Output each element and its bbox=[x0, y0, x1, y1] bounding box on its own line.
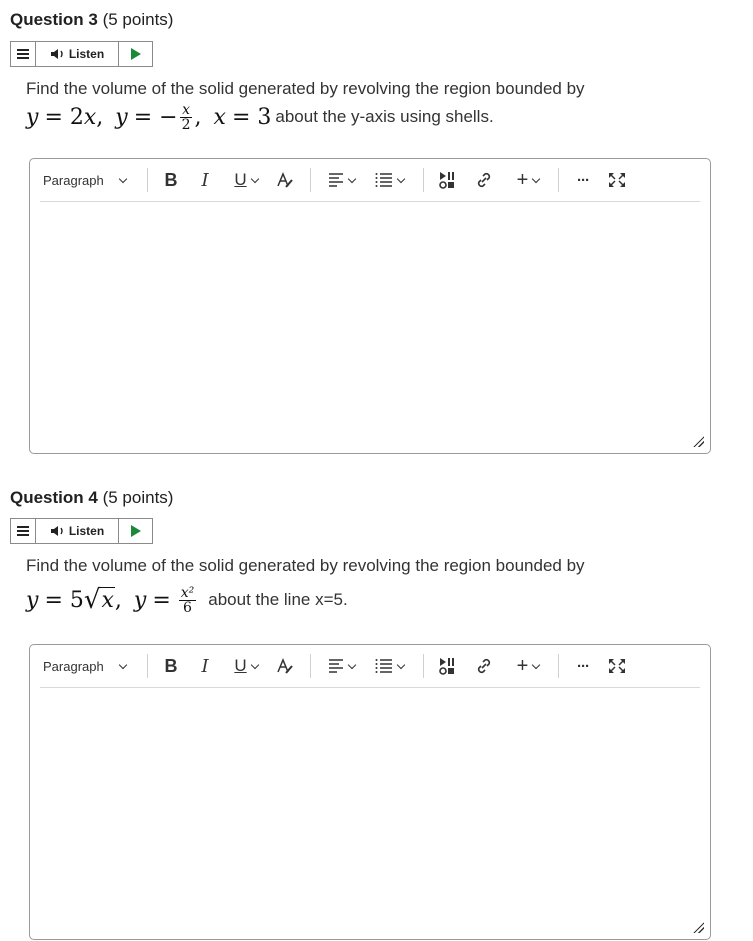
italic-icon[interactable]: I bbox=[186, 170, 224, 191]
listen-button[interactable]: Listen bbox=[35, 42, 119, 66]
listen-label: Listen bbox=[68, 524, 105, 538]
paragraph-format-dropdown[interactable]: Paragraph bbox=[40, 173, 139, 188]
bold-icon[interactable]: B bbox=[156, 656, 186, 677]
listen-control: Listen bbox=[10, 518, 153, 544]
listen-button[interactable]: Listen bbox=[35, 519, 119, 543]
editor-toolbar: Paragraph B I U + ··· bbox=[40, 159, 700, 202]
paragraph-format-dropdown[interactable]: Paragraph bbox=[40, 659, 139, 674]
speaker-icon bbox=[50, 526, 63, 536]
play-icon bbox=[130, 525, 141, 537]
add-icon[interactable]: + bbox=[506, 655, 550, 678]
underline-icon[interactable]: U bbox=[224, 656, 268, 676]
answer-editor[interactable]: Paragraph B I U + ··· bbox=[29, 158, 711, 454]
more-icon[interactable]: ··· bbox=[567, 172, 599, 189]
align-icon[interactable] bbox=[319, 659, 363, 673]
question-math: y = 2x, y = − x2, x = 3 about the y-axis… bbox=[26, 101, 494, 133]
listen-label: Listen bbox=[68, 47, 105, 61]
list-icon[interactable] bbox=[363, 173, 415, 187]
link-icon[interactable] bbox=[462, 171, 506, 189]
fullscreen-icon[interactable] bbox=[599, 172, 635, 188]
insert-media-icon[interactable] bbox=[432, 171, 462, 189]
play-button[interactable] bbox=[119, 42, 152, 66]
answer-editor[interactable]: Paragraph B I U + ··· bbox=[29, 644, 711, 940]
listen-menu-icon[interactable] bbox=[11, 42, 35, 66]
underline-icon[interactable]: U bbox=[224, 170, 268, 190]
editor-toolbar: Paragraph B I U + ··· bbox=[40, 645, 700, 688]
fullscreen-icon[interactable] bbox=[599, 658, 635, 674]
play-button[interactable] bbox=[119, 519, 152, 543]
text-color-icon[interactable] bbox=[268, 171, 302, 189]
text-color-icon[interactable] bbox=[268, 657, 302, 675]
insert-media-icon[interactable] bbox=[432, 657, 462, 675]
align-icon[interactable] bbox=[319, 173, 363, 187]
question-prompt: Find the volume of the solid generated b… bbox=[26, 556, 585, 575]
question-title: Question 4 (5 points) bbox=[10, 488, 174, 507]
question-prompt: Find the volume of the solid generated b… bbox=[26, 79, 585, 98]
listen-control: Listen bbox=[10, 41, 153, 67]
question-title: Question 3 (5 points) bbox=[10, 10, 174, 29]
add-icon[interactable]: + bbox=[506, 169, 550, 192]
more-icon[interactable]: ··· bbox=[567, 658, 599, 675]
list-icon[interactable] bbox=[363, 659, 415, 673]
bold-icon[interactable]: B bbox=[156, 170, 186, 191]
resize-handle[interactable] bbox=[692, 921, 704, 933]
italic-icon[interactable]: I bbox=[186, 656, 224, 677]
question-math: y = 5 √ x, y = x² 6 about the line x=5. bbox=[26, 584, 348, 616]
resize-handle[interactable] bbox=[692, 435, 704, 447]
speaker-icon bbox=[50, 49, 63, 59]
listen-menu-icon[interactable] bbox=[11, 519, 35, 543]
link-icon[interactable] bbox=[462, 657, 506, 675]
play-icon bbox=[130, 48, 141, 60]
